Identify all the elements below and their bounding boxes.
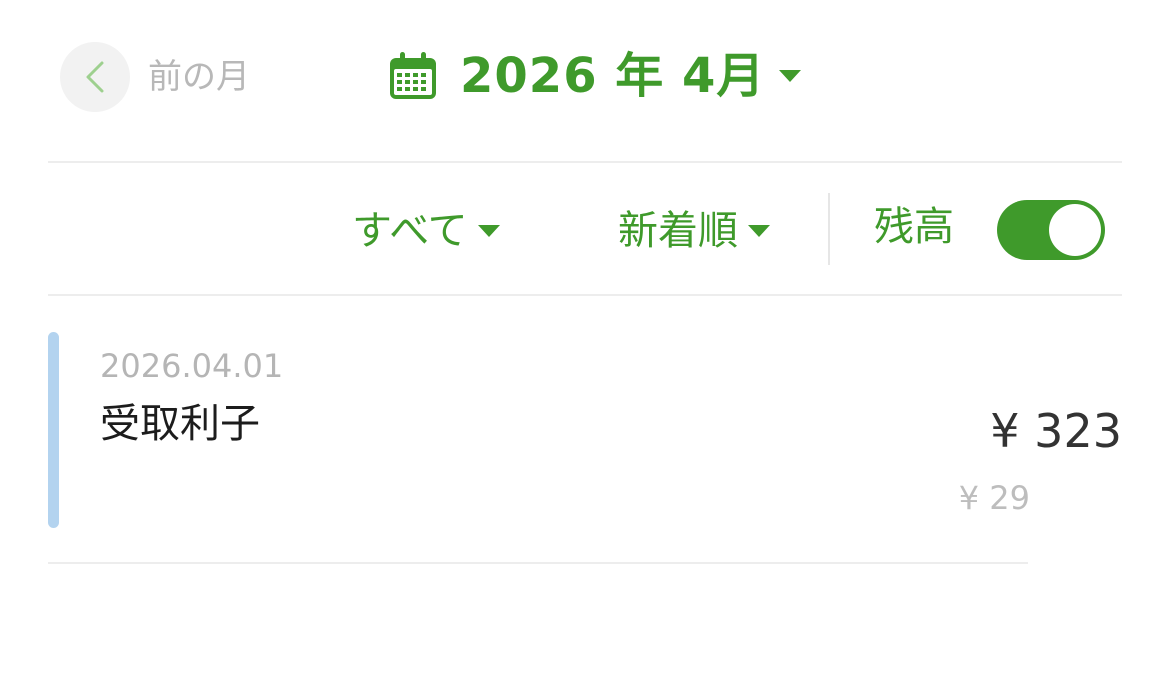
category-filter-dropdown[interactable]: すべて: [352, 203, 500, 259]
transaction-indicator: [48, 332, 59, 528]
monthly-transactions-sheet: 前の月 2026 年 4月 すべて 新着順 残高 2026.04.01 受取利子…: [0, 0, 1170, 695]
caret-down-icon: [748, 225, 770, 237]
sort-order-dropdown[interactable]: 新着順: [618, 203, 770, 259]
previous-month-label: 前の月: [148, 57, 250, 97]
filter-divider: [828, 193, 830, 265]
previous-month-circle: [60, 42, 130, 112]
transaction-date: 2026.04.01: [100, 347, 284, 385]
category-filter-label: すべて: [352, 208, 468, 254]
transaction-balance: ¥ 29: [958, 479, 1030, 517]
balance-toggle-label: 残高: [874, 204, 954, 250]
chevron-left-icon: [86, 61, 104, 93]
current-month-label: 2026 年 4月: [460, 48, 766, 104]
caret-down-icon: [779, 70, 802, 82]
month-header: 前の月 2026 年 4月: [0, 0, 1170, 162]
transaction-title: 受取利子: [100, 401, 260, 447]
list-divider: [48, 562, 1028, 564]
balance-toggle[interactable]: [997, 200, 1105, 260]
toggle-knob: [1049, 204, 1101, 256]
sort-order-label: 新着順: [618, 208, 738, 254]
transaction-amount: ¥ 323: [990, 404, 1122, 458]
transaction-row[interactable]: 2026.04.01 受取利子 ¥ 323 ¥ 29: [48, 296, 1122, 562]
month-selector[interactable]: 2026 年 4月: [388, 46, 802, 106]
calendar-icon: [390, 52, 436, 99]
previous-month-button[interactable]: 前の月: [60, 42, 250, 112]
filter-bar: すべて 新着順 残高: [0, 163, 1170, 294]
caret-down-icon: [477, 225, 500, 237]
